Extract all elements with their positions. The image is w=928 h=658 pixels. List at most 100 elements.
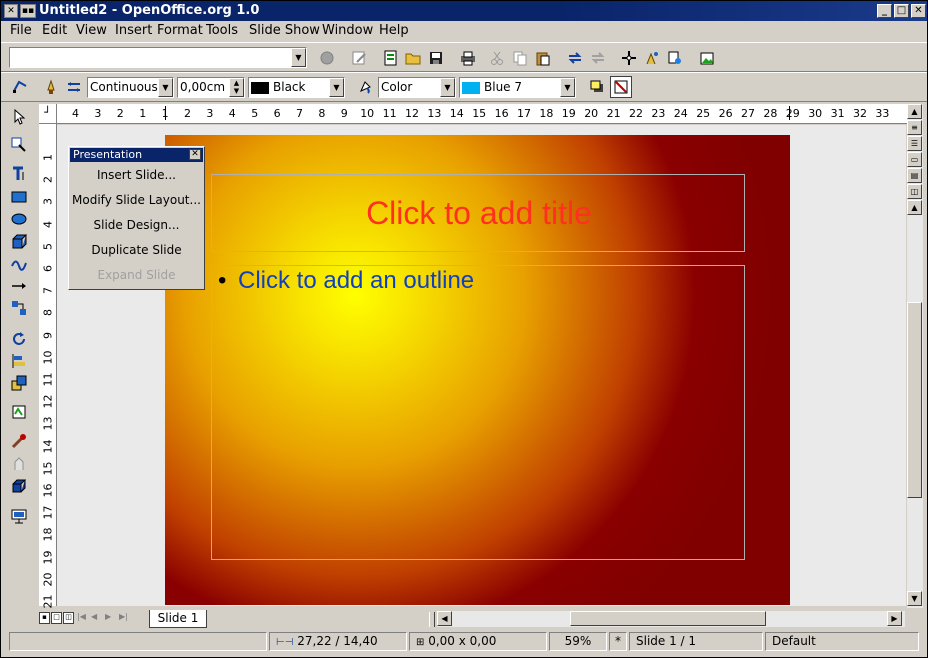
menu-help[interactable]: Help bbox=[379, 23, 409, 38]
stylist-icon[interactable] bbox=[641, 47, 663, 69]
menu-file[interactable]: File bbox=[10, 23, 32, 38]
rectangle-tool-icon[interactable] bbox=[8, 186, 30, 208]
data-sources-icon[interactable] bbox=[696, 47, 718, 69]
slide-show-icon[interactable] bbox=[8, 505, 30, 527]
slide-design-item[interactable]: Slide Design... bbox=[69, 218, 204, 232]
insert-icon[interactable] bbox=[8, 401, 30, 423]
menu-format[interactable]: Format bbox=[157, 23, 203, 38]
drawing-mode-icon[interactable]: ▪ bbox=[39, 612, 50, 624]
scroll-right-button[interactable]: ▶ bbox=[887, 611, 902, 626]
curve-tool-icon[interactable] bbox=[8, 253, 30, 275]
minimize-button[interactable]: _ bbox=[877, 4, 892, 18]
area-icon[interactable] bbox=[354, 76, 376, 98]
new-document-icon[interactable] bbox=[380, 47, 402, 69]
drawing-view-icon[interactable]: ≡ bbox=[907, 120, 922, 135]
next-slide-button[interactable]: ▶ bbox=[105, 612, 117, 624]
menu-tools[interactable]: Tools bbox=[206, 23, 238, 38]
title-placeholder[interactable]: Click to add title bbox=[211, 174, 745, 252]
text-tool-icon[interactable] bbox=[8, 163, 30, 185]
slides-view-icon[interactable]: ▭ bbox=[907, 152, 922, 167]
ruler-corner[interactable]: ┘ bbox=[39, 104, 57, 124]
url-dropdown-arrow[interactable]: ▼ bbox=[291, 48, 306, 67]
maximize-button[interactable]: □ bbox=[894, 4, 909, 18]
panel-close-icon[interactable]: ✕ bbox=[189, 149, 201, 160]
handout-view-icon[interactable]: ◫ bbox=[907, 184, 922, 199]
ellipse-tool-icon[interactable] bbox=[8, 208, 30, 230]
app-menu-icon[interactable]: ✕ bbox=[4, 4, 18, 18]
3d-objects-icon[interactable] bbox=[8, 230, 30, 252]
horizontal-scrollbar[interactable]: ◀ ▶ bbox=[437, 611, 905, 627]
outline-placeholder[interactable]: • Click to add an outline bbox=[211, 265, 745, 560]
zoom-tool-icon[interactable] bbox=[8, 134, 30, 156]
menu-window[interactable]: Window bbox=[322, 23, 373, 38]
last-slide-button[interactable]: ▶| bbox=[119, 612, 131, 624]
cut-icon[interactable] bbox=[486, 47, 508, 69]
menu-edit[interactable]: Edit bbox=[42, 23, 67, 38]
3d-effects-icon[interactable] bbox=[8, 475, 30, 497]
line-style-dropdown-arrow[interactable]: ▼ bbox=[158, 78, 173, 97]
line-icon[interactable] bbox=[40, 76, 62, 98]
layer-mode-icon[interactable]: □ bbox=[51, 612, 62, 624]
close-button[interactable]: ✕ bbox=[911, 4, 926, 18]
slide-show-view-icon[interactable]: ▲ bbox=[907, 200, 922, 215]
url-input[interactable]: ▼ bbox=[9, 47, 307, 68]
edit-file-icon[interactable] bbox=[348, 47, 370, 69]
menu-insert[interactable]: Insert bbox=[115, 23, 152, 38]
select-icon[interactable] bbox=[8, 106, 30, 128]
copy-icon[interactable] bbox=[509, 47, 531, 69]
line-color-dropdown-arrow[interactable]: ▼ bbox=[329, 78, 344, 97]
vertical-ruler[interactable]: 1 2 3 4 5 6 7 8 9 10 11 12 13 14 15 16 17 18 19 20 21 bbox=[39, 124, 57, 609]
first-slide-button[interactable]: |◀ bbox=[77, 612, 89, 624]
scroll-up-button[interactable]: ▲ bbox=[907, 104, 922, 119]
outline-view-icon[interactable]: ☰ bbox=[907, 136, 922, 151]
undo-icon[interactable] bbox=[564, 47, 586, 69]
paste-icon[interactable] bbox=[532, 47, 554, 69]
interaction-icon[interactable] bbox=[8, 453, 30, 475]
rotate-icon[interactable] bbox=[8, 328, 30, 350]
points-icon[interactable] bbox=[9, 76, 31, 98]
fill-color-dropdown-arrow[interactable]: ▼ bbox=[560, 78, 575, 97]
presentation-panel-titlebar[interactable]: Presentation bbox=[70, 148, 203, 162]
slide-canvas[interactable]: Click to add title • Click to add an out… bbox=[165, 135, 790, 605]
horizontal-ruler[interactable]: 4 3 2 1 1 2 3 4 5 6 7 8 9 10 11 12 13 14 15 16 17 18 19 20 21 22 2… bbox=[57, 104, 909, 124]
scroll-left-button[interactable]: ◀ bbox=[437, 611, 452, 626]
prev-slide-button[interactable]: ◀ bbox=[91, 612, 103, 624]
menu-view[interactable]: View bbox=[76, 23, 107, 38]
slide-tab[interactable]: Slide 1 bbox=[149, 610, 207, 628]
line-color-select[interactable]: Black ▼ bbox=[248, 77, 345, 98]
alignment-icon[interactable] bbox=[8, 350, 30, 372]
spinner-arrows[interactable]: ▲ ▼ bbox=[229, 78, 244, 97]
effects-icon[interactable] bbox=[8, 430, 30, 452]
insert-slide-item[interactable]: Insert Slide... bbox=[69, 168, 204, 182]
open-folder-icon[interactable] bbox=[402, 47, 424, 69]
shadow-icon[interactable] bbox=[586, 76, 608, 98]
redo-icon[interactable] bbox=[587, 47, 609, 69]
navigator-icon[interactable] bbox=[618, 47, 640, 69]
save-icon[interactable] bbox=[425, 47, 447, 69]
notes-view-icon[interactable]: ▤ bbox=[907, 168, 922, 183]
print-icon[interactable] bbox=[457, 47, 479, 69]
stop-loading-icon[interactable] bbox=[316, 47, 338, 69]
arrow-style-icon[interactable] bbox=[63, 76, 85, 98]
vertical-scrollbar[interactable]: ▲ ≡ ☰ ▭ ▤ ◫ ▲ ▼ bbox=[907, 104, 923, 608]
connector-icon[interactable] bbox=[8, 297, 30, 319]
menu-slide-show[interactable]: Slide Show bbox=[249, 23, 320, 38]
horizontal-scroll-thumb[interactable] bbox=[570, 611, 766, 626]
gallery-icon[interactable] bbox=[664, 47, 686, 69]
fill-type-dropdown-arrow[interactable]: ▼ bbox=[440, 78, 455, 97]
duplicate-slide-item[interactable]: Duplicate Slide bbox=[69, 243, 204, 257]
zoom-icon[interactable] bbox=[610, 76, 632, 98]
arrange-icon[interactable] bbox=[8, 372, 30, 394]
scroll-down-button[interactable]: ▼ bbox=[907, 591, 922, 606]
fill-color-select[interactable]: Blue 7 ▼ bbox=[459, 77, 576, 98]
master-mode-icon[interactable]: ◫ bbox=[63, 612, 74, 624]
lines-arrows-icon[interactable] bbox=[8, 275, 30, 297]
window-menu-icon[interactable]: ▪▪ bbox=[20, 4, 36, 18]
modify-slide-layout-item[interactable]: Modify Slide Layout... bbox=[69, 193, 204, 207]
tab-splitter[interactable] bbox=[429, 612, 435, 627]
fill-type-select[interactable]: Color ▼ bbox=[378, 77, 456, 98]
vertical-scroll-thumb[interactable] bbox=[907, 302, 922, 498]
status-zoom[interactable]: 59% bbox=[549, 632, 607, 651]
line-width-spinner[interactable]: 0,00cm ▲ ▼ bbox=[177, 77, 245, 98]
line-style-select[interactable]: Continuous ▼ bbox=[87, 77, 174, 98]
